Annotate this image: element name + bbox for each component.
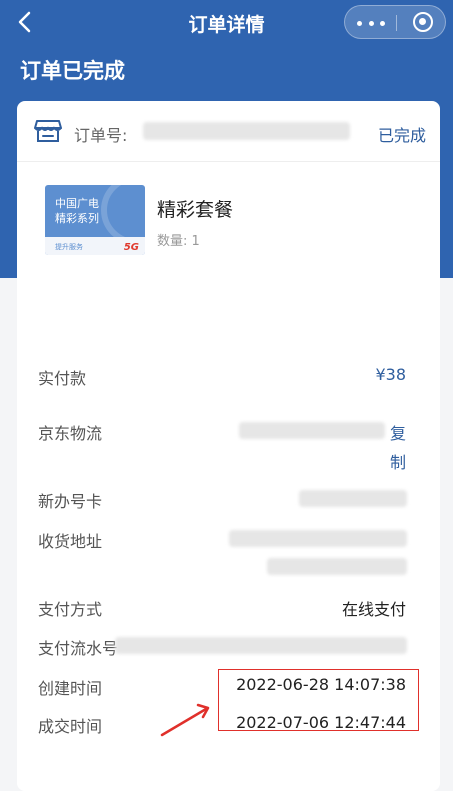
annotation-highlight-box bbox=[218, 669, 419, 731]
tracking-number-redacted bbox=[239, 422, 385, 439]
product-name[interactable]: 精彩套餐 bbox=[157, 195, 233, 222]
order-status-title: 订单已完成 bbox=[20, 59, 125, 83]
more-button[interactable] bbox=[357, 13, 385, 33]
more-icon bbox=[357, 20, 362, 26]
store-icon bbox=[34, 120, 62, 142]
close-target-icon[interactable] bbox=[413, 12, 433, 32]
new-card-label: 新办号卡 bbox=[38, 492, 103, 511]
order-number-redacted bbox=[143, 122, 350, 140]
order-number-label: 订单号: bbox=[74, 126, 128, 145]
address-label: 收货地址 bbox=[38, 532, 103, 551]
payment-method-label: 支付方式 bbox=[38, 600, 103, 619]
copy-button-line1[interactable]: 复 bbox=[390, 420, 406, 444]
copy-button-line2[interactable]: 制 bbox=[390, 449, 406, 473]
paid-value: ¥38 bbox=[375, 365, 406, 384]
order-status-badge: 已完成 bbox=[377, 126, 426, 145]
mini-program-capsule bbox=[344, 5, 446, 39]
nav-bar: 订单详情 bbox=[0, 0, 453, 44]
payment-serial-label: 支付流水号 bbox=[38, 639, 119, 658]
product-image[interactable]: 中国广电 精彩系列 提升服务 5G bbox=[45, 185, 145, 255]
payment-method-value: 在线支付 bbox=[341, 600, 406, 619]
address-line2-redacted bbox=[267, 558, 407, 575]
payment-serial-redacted bbox=[115, 637, 407, 654]
annotation-arrow-icon bbox=[160, 703, 210, 737]
address-line1-redacted bbox=[229, 530, 407, 547]
capsule-divider bbox=[396, 15, 397, 31]
order-number-row: 订单号: 已完成 bbox=[17, 101, 440, 162]
logistics-label: 京东物流 bbox=[38, 424, 103, 443]
completed-time-label: 成交时间 bbox=[38, 717, 103, 736]
new-card-number-redacted bbox=[299, 490, 407, 507]
created-time-label: 创建时间 bbox=[38, 679, 103, 698]
paid-label: 实付款 bbox=[38, 369, 87, 388]
product-quantity: 数量: 1 bbox=[157, 234, 200, 249]
